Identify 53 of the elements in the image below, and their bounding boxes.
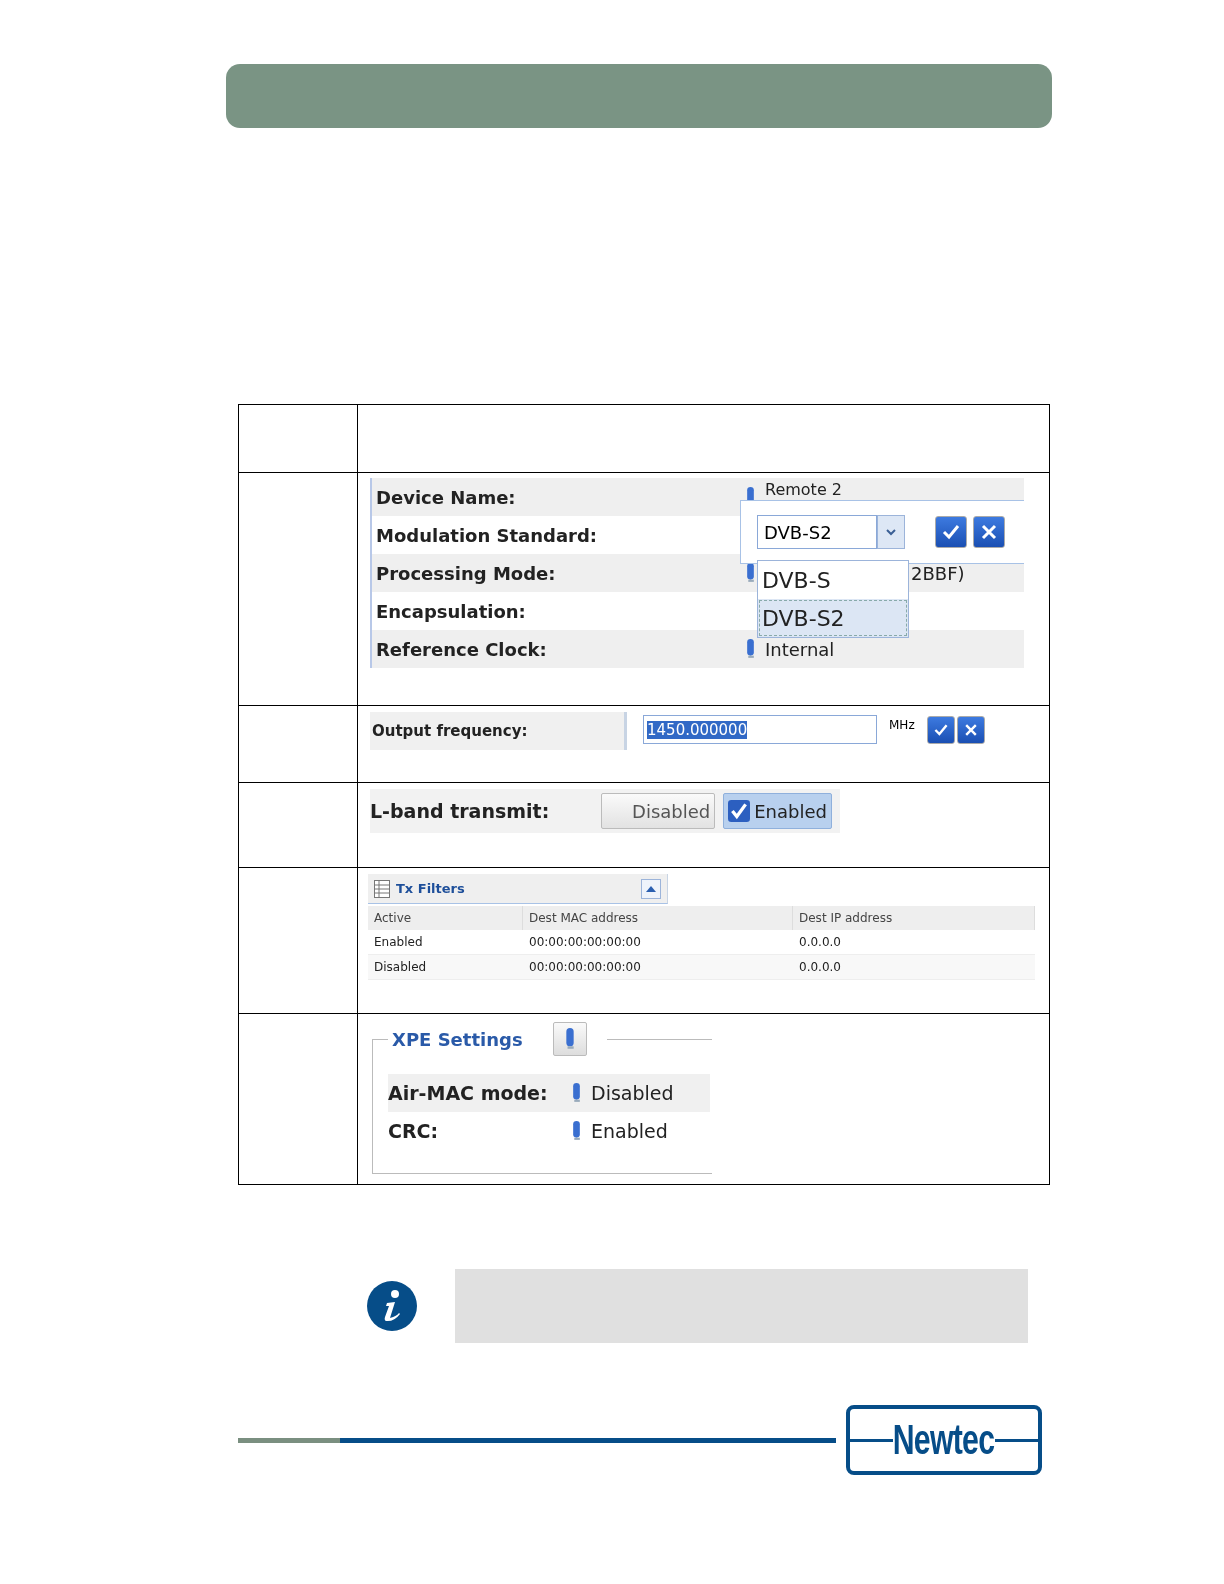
field-label: Output frequency: bbox=[370, 712, 627, 750]
table-cell-text: 0.0.0.0 bbox=[798, 934, 842, 951]
confirm-button[interactable] bbox=[926, 716, 955, 744]
remote-icon bbox=[746, 563, 755, 583]
grid-icon bbox=[374, 879, 390, 898]
info-icon bbox=[367, 1281, 417, 1331]
panel-title: Tx Filters bbox=[396, 881, 466, 896]
remote-icon bbox=[572, 1121, 581, 1141]
setting-label: Air-MAC mode: bbox=[388, 1082, 549, 1104]
column-header[interactable]: Dest MAC address bbox=[523, 906, 793, 930]
column-header[interactable]: Active bbox=[368, 906, 523, 930]
setting-value: Internal bbox=[765, 638, 835, 660]
setting-label: CRC: bbox=[388, 1120, 440, 1142]
triangle-icon bbox=[646, 885, 656, 892]
setting-value: 2BBF) bbox=[911, 562, 965, 584]
table-cell-text: 0.0.0.0 bbox=[798, 959, 842, 976]
checkbox-icon bbox=[728, 800, 751, 822]
caret-icon bbox=[886, 528, 896, 536]
close-icon bbox=[979, 522, 999, 542]
modulation-dropdown[interactable]: DVB-S2 bbox=[757, 515, 877, 549]
setting-value: Enabled bbox=[591, 1120, 668, 1142]
remote-icon bbox=[572, 1083, 581, 1103]
dropdown-arrow-button[interactable] bbox=[877, 515, 905, 549]
table-cell-text: 00:00:00:00:00:00 bbox=[528, 959, 642, 976]
table-cell-text: 00:00:00:00:00:00 bbox=[528, 934, 642, 951]
group-title: XPE Settings bbox=[391, 1028, 524, 1050]
table-cell-text: Disabled bbox=[373, 959, 428, 976]
collapse-button[interactable] bbox=[641, 878, 661, 899]
setting-label: L-band transmit: bbox=[370, 800, 551, 822]
table-cell-text: Enabled bbox=[373, 934, 424, 951]
cancel-button[interactable] bbox=[973, 516, 1005, 548]
setting-label: Processing Mode: bbox=[375, 562, 557, 584]
remote-icon bbox=[746, 639, 755, 659]
remote-icon bbox=[564, 1028, 575, 1050]
setting-label: Encapsulation: bbox=[375, 600, 527, 622]
setting-value: Disabled bbox=[591, 1082, 674, 1104]
cancel-button[interactable] bbox=[956, 716, 985, 744]
toggle-button[interactable]: Disabled bbox=[601, 793, 716, 829]
dropdown-option[interactable]: DVB-S bbox=[758, 561, 908, 599]
confirm-button[interactable] bbox=[935, 516, 967, 548]
unit-label: MHz bbox=[889, 718, 915, 732]
toggle-button[interactable]: Enabled bbox=[723, 793, 832, 829]
setting-label: Reference Clock: bbox=[375, 638, 548, 660]
setting-label: Modulation Standard: bbox=[375, 524, 599, 546]
dropdown-option[interactable]: DVB-S2 bbox=[758, 599, 908, 637]
frequency-input[interactable]: 1450.000000 bbox=[643, 715, 877, 744]
remote-button[interactable] bbox=[552, 1022, 587, 1056]
check-icon bbox=[941, 522, 961, 542]
column-header[interactable]: Dest IP address bbox=[793, 906, 1035, 930]
setting-label: Device Name: bbox=[375, 486, 517, 508]
logo-text: Newtec bbox=[893, 1416, 995, 1464]
check-icon bbox=[932, 722, 949, 738]
setting-value: Remote 2 bbox=[765, 479, 842, 499]
